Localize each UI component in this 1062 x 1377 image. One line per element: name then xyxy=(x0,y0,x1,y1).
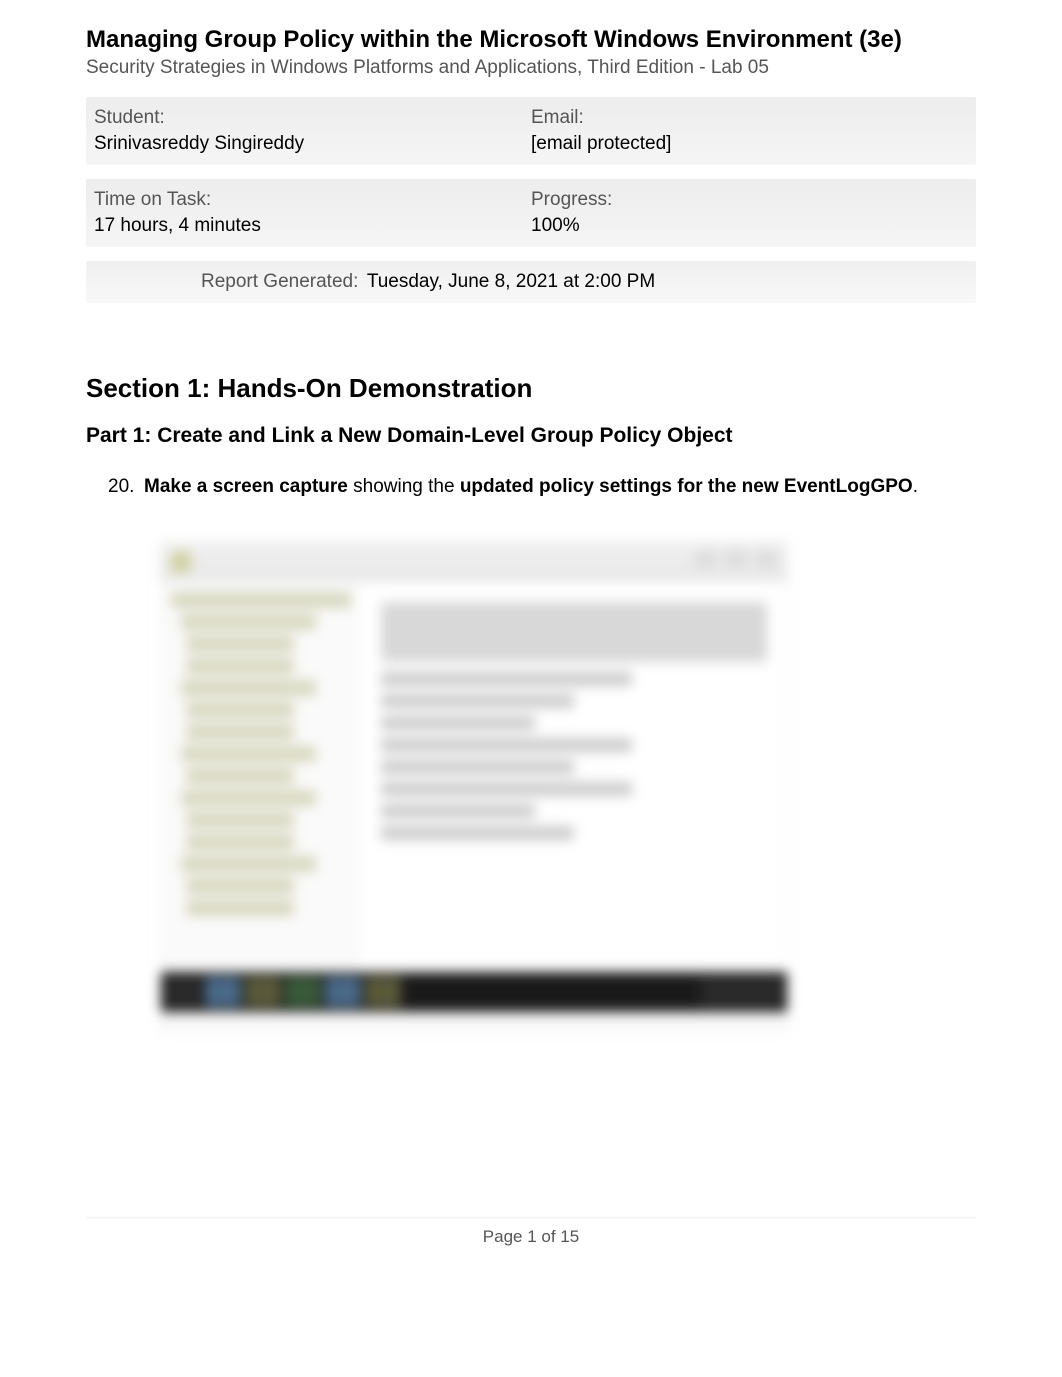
report-generated-value: Tuesday, June 8, 2021 at 2:00 PM xyxy=(367,271,655,292)
close-icon xyxy=(755,550,777,568)
policy-row xyxy=(381,782,632,796)
footer-divider xyxy=(86,1217,976,1219)
taskbar-app-icon xyxy=(285,977,321,1007)
tree-item xyxy=(186,878,294,894)
time-cell: Time on Task: 17 hours, 4 minutes xyxy=(94,189,531,237)
tree-item xyxy=(171,592,351,608)
task-text: Make a screen capture showing the update… xyxy=(144,474,976,501)
taskbar-app-icon xyxy=(325,977,361,1007)
taskbar-clock xyxy=(701,977,781,1007)
report-generated-label: Report Generated: xyxy=(201,271,358,292)
taskbar xyxy=(161,972,787,1012)
taskbar-app-icon xyxy=(205,977,241,1007)
task-item: 20. Make a screen capture showing the up… xyxy=(108,474,976,501)
tree-item xyxy=(186,724,294,740)
window-body xyxy=(161,582,787,972)
tree-item xyxy=(181,856,316,872)
email-value: [email protected] xyxy=(531,133,968,155)
tree-item xyxy=(186,768,294,784)
settings-header xyxy=(381,602,767,662)
page-number: Page 1 of 15 xyxy=(483,1227,579,1246)
tree-panel xyxy=(161,582,361,972)
taskbar-app-icon xyxy=(365,977,401,1007)
student-value: Srinivasreddy Singireddy xyxy=(94,133,531,155)
screenshot-image xyxy=(160,541,788,1031)
tree-item xyxy=(186,900,294,916)
progress-value: 100% xyxy=(531,215,968,237)
policy-row xyxy=(381,738,632,752)
maximize-icon xyxy=(725,550,747,568)
page-footer: Page 1 of 15 xyxy=(0,1206,1062,1247)
task-bold2: updated policy settings for the new Even… xyxy=(460,476,913,497)
task-info-block: Time on Task: 17 hours, 4 minutes Progre… xyxy=(86,179,976,247)
tree-item xyxy=(181,680,316,696)
taskbar-tray xyxy=(405,977,697,1007)
page-title: Managing Group Policy within the Microso… xyxy=(86,24,976,55)
window-controls xyxy=(695,550,777,568)
policy-row xyxy=(381,694,574,708)
policy-row xyxy=(381,716,535,730)
tree-item xyxy=(181,746,316,762)
student-label: Student: xyxy=(94,107,531,129)
tree-item xyxy=(186,702,294,718)
time-label: Time on Task: xyxy=(94,189,531,211)
minimize-icon xyxy=(695,550,717,568)
policy-row xyxy=(381,826,574,840)
document-page: Managing Group Policy within the Microso… xyxy=(0,0,1062,1031)
tree-item xyxy=(186,834,294,850)
window-titlebar xyxy=(161,542,787,582)
email-cell: Email: [email protected] xyxy=(531,107,968,155)
taskbar-app-icon xyxy=(245,977,281,1007)
progress-cell: Progress: 100% xyxy=(531,189,968,237)
tree-item xyxy=(181,614,316,630)
time-value: 17 hours, 4 minutes xyxy=(94,215,531,237)
progress-label: Progress: xyxy=(531,189,968,211)
tree-item xyxy=(186,636,294,652)
part-heading: Part 1: Create and Link a New Domain-Lev… xyxy=(86,424,976,448)
student-cell: Student: Srinivasreddy Singireddy xyxy=(94,107,531,155)
policy-row xyxy=(381,804,535,818)
tree-item xyxy=(181,790,316,806)
task-bold1: Make a screen capture xyxy=(144,476,348,497)
page-subtitle: Security Strategies in Windows Platforms… xyxy=(86,57,976,79)
section-heading: Section 1: Hands-On Demonstration xyxy=(86,373,976,404)
tree-item xyxy=(186,812,294,828)
email-label: Email: xyxy=(531,107,968,129)
policy-row xyxy=(381,672,632,686)
task-end: . xyxy=(913,476,918,497)
main-panel xyxy=(361,582,787,972)
info-row: Time on Task: 17 hours, 4 minutes Progre… xyxy=(94,189,968,237)
policy-row xyxy=(381,760,574,774)
student-info-block: Student: Srinivasreddy Singireddy Email:… xyxy=(86,97,976,165)
info-row: Student: Srinivasreddy Singireddy Email:… xyxy=(94,107,968,155)
report-generated-block: Report Generated: Tuesday, June 8, 2021 … xyxy=(86,261,976,303)
task-number: 20. xyxy=(108,474,144,501)
start-button-icon xyxy=(167,977,201,1007)
task-mid: showing the xyxy=(348,476,460,497)
app-icon xyxy=(171,552,191,572)
tree-item xyxy=(186,658,294,674)
